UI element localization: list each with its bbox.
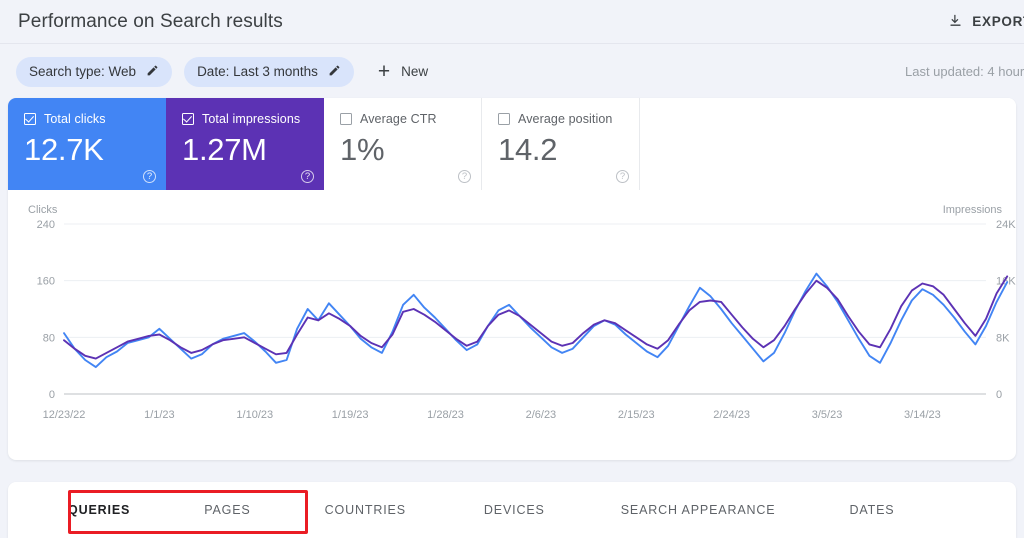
metric-average-position[interactable]: Average position 14.2 ? bbox=[482, 98, 640, 190]
chart-canvas: 0 080 8K160 16K240 24K12/23/22 1/1/23 1/10/23 1… bbox=[37, 219, 1016, 421]
pencil-icon bbox=[328, 64, 341, 80]
metric-total-impressions-value: 1.27M bbox=[182, 132, 267, 167]
x-axis-tick: 3/14/23 bbox=[904, 409, 941, 421]
filter-chip-date[interactable]: Date: Last 3 months bbox=[184, 56, 354, 87]
performance-card: Total clicks 12.7K ? Total impressions 1… bbox=[8, 98, 1016, 460]
checkbox-total-clicks[interactable] bbox=[24, 113, 36, 125]
x-axis-tick: 1/19/23 bbox=[332, 409, 369, 421]
page-header: Performance on Search results EXPORT bbox=[0, 0, 1024, 44]
last-updated-text: Last updated: 4 hours ago ( bbox=[904, 64, 1024, 79]
x-axis-tick: 12/23/22 bbox=[43, 409, 86, 421]
x-axis-tick: 3/5/23 bbox=[812, 409, 843, 421]
metric-total-clicks-label: Total clicks bbox=[44, 112, 106, 126]
checkbox-average-position[interactable] bbox=[498, 113, 510, 125]
tab-countries[interactable]: COUNTRIES bbox=[325, 503, 406, 517]
help-icon[interactable]: ? bbox=[301, 170, 314, 183]
checkbox-total-impressions[interactable] bbox=[182, 113, 194, 125]
y-axis-left-tick: 160 bbox=[37, 276, 55, 288]
x-axis-tick: 2/6/23 bbox=[526, 409, 557, 421]
search-console-performance-page: Performance on Search results EXPORT Sea… bbox=[0, 0, 1024, 538]
metric-average-position-value: 14.2 bbox=[498, 132, 558, 167]
y-axis-left-tick: 240 bbox=[37, 219, 55, 231]
metric-average-ctr-label: Average CTR bbox=[360, 112, 437, 126]
metric-tiles-filler bbox=[640, 98, 1016, 190]
dimension-tabs: QUERIES PAGES COUNTRIES DEVICES SEARCH A… bbox=[8, 482, 1016, 538]
x-axis-tick: 1/10/23 bbox=[236, 409, 273, 421]
metric-total-clicks[interactable]: Total clicks 12.7K ? bbox=[8, 98, 166, 190]
checkbox-average-ctr[interactable] bbox=[340, 113, 352, 125]
tab-dates[interactable]: DATES bbox=[850, 503, 895, 517]
page-title: Performance on Search results bbox=[18, 10, 283, 32]
metric-tiles: Total clicks 12.7K ? Total impressions 1… bbox=[8, 98, 1016, 190]
plus-icon: + bbox=[377, 60, 391, 83]
new-filter-button[interactable]: + New bbox=[378, 61, 428, 82]
download-icon bbox=[948, 13, 963, 31]
y-axis-left-tick: 80 bbox=[43, 332, 55, 344]
y-axis-left-tick: 0 bbox=[49, 389, 55, 401]
chart-line-clicks bbox=[63, 272, 1009, 369]
export-label: EXPORT bbox=[972, 14, 1024, 29]
export-button[interactable]: EXPORT bbox=[948, 13, 1024, 31]
help-icon[interactable]: ? bbox=[458, 170, 471, 183]
metric-average-ctr-head: Average CTR bbox=[340, 112, 481, 126]
x-axis-tick: 2/24/23 bbox=[713, 409, 750, 421]
filter-chip-search-type[interactable]: Search type: Web bbox=[16, 56, 173, 87]
dimension-tabs-card: QUERIES PAGES COUNTRIES DEVICES SEARCH A… bbox=[8, 482, 1016, 538]
metric-average-position-label: Average position bbox=[518, 112, 613, 126]
metric-total-impressions-label: Total impressions bbox=[202, 112, 301, 126]
metric-average-ctr-value: 1% bbox=[340, 132, 385, 167]
tab-devices[interactable]: DEVICES bbox=[484, 503, 545, 517]
metric-total-impressions[interactable]: Total impressions 1.27M ? bbox=[166, 98, 324, 190]
x-axis-tick: 2/15/23 bbox=[618, 409, 655, 421]
tab-pages[interactable]: PAGES bbox=[204, 503, 250, 517]
metric-total-impressions-head: Total impressions bbox=[182, 112, 324, 126]
filter-bar: Search type: Web Date: Last 3 months + N… bbox=[0, 45, 1024, 98]
pencil-icon bbox=[146, 64, 159, 80]
chart-line-impressions bbox=[63, 275, 1009, 360]
metric-total-clicks-head: Total clicks bbox=[24, 112, 166, 126]
new-filter-label: New bbox=[401, 64, 429, 79]
metric-average-position-head: Average position bbox=[498, 112, 639, 126]
x-axis-tick: 1/1/23 bbox=[144, 409, 175, 421]
y-axis-right-tick: 24K bbox=[996, 219, 1016, 231]
y-axis-right-tick: 8K bbox=[996, 332, 1010, 344]
y-axis-right-tick: 0 bbox=[996, 389, 1002, 401]
help-icon[interactable]: ? bbox=[143, 170, 156, 183]
metric-total-clicks-value: 12.7K bbox=[24, 132, 104, 167]
tab-queries[interactable]: QUERIES bbox=[68, 503, 130, 517]
x-axis-tick: 1/28/23 bbox=[427, 409, 464, 421]
filter-chip-date-label: Date: Last 3 months bbox=[197, 64, 318, 79]
help-icon[interactable]: ? bbox=[616, 170, 629, 183]
tab-search-appearance[interactable]: SEARCH APPEARANCE bbox=[621, 503, 776, 517]
performance-chart: Clicks Impressions 0 0 80 8K 160 16K 240 24K 12/… bbox=[8, 190, 1016, 460]
filter-chip-search-type-label: Search type: Web bbox=[29, 64, 137, 79]
metric-average-ctr[interactable]: Average CTR 1% ? bbox=[324, 98, 482, 190]
